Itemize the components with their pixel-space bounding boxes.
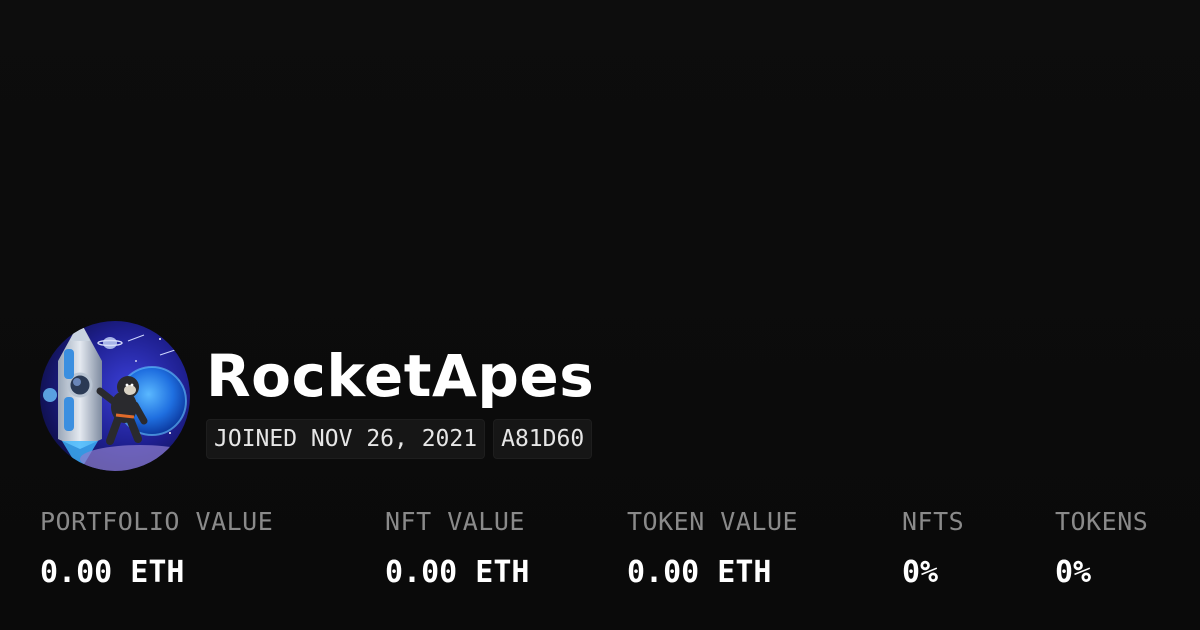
profile-card: RocketApes JOINED NOV 26, 2021 A81D60 PO… bbox=[0, 0, 1200, 630]
stat-value: 0% bbox=[1055, 555, 1092, 590]
stat-label: TOKENS bbox=[1055, 507, 1149, 536]
profile-name: RocketApes bbox=[206, 342, 595, 410]
rocket-ape-avatar-icon bbox=[40, 321, 190, 471]
stat-portfolio-value: PORTFOLIO VALUE 0.00 ETH bbox=[40, 504, 273, 593]
address-tag-badge: A81D60 bbox=[493, 419, 593, 459]
joined-date-badge: JOINED NOV 26, 2021 bbox=[206, 419, 486, 459]
stat-tokens-share: TOKENS 0% bbox=[1055, 504, 1148, 593]
profile-badges: JOINED NOV 26, 2021 A81D60 bbox=[206, 419, 593, 459]
stat-label: PORTFOLIO VALUE bbox=[40, 507, 274, 536]
stat-nfts-share: NFTS 0% bbox=[902, 504, 964, 593]
stat-label: TOKEN VALUE bbox=[627, 507, 799, 536]
stat-token-value: TOKEN VALUE 0.00 ETH bbox=[627, 504, 798, 593]
stat-value: 0.00 ETH bbox=[385, 555, 530, 590]
stat-value: 0% bbox=[902, 555, 939, 590]
stat-value: 0.00 ETH bbox=[40, 555, 185, 590]
stat-label: NFTS bbox=[902, 507, 965, 536]
stat-nft-value: NFT VALUE 0.00 ETH bbox=[385, 504, 530, 593]
stat-value: 0.00 ETH bbox=[627, 555, 772, 590]
stat-label: NFT VALUE bbox=[385, 507, 525, 536]
